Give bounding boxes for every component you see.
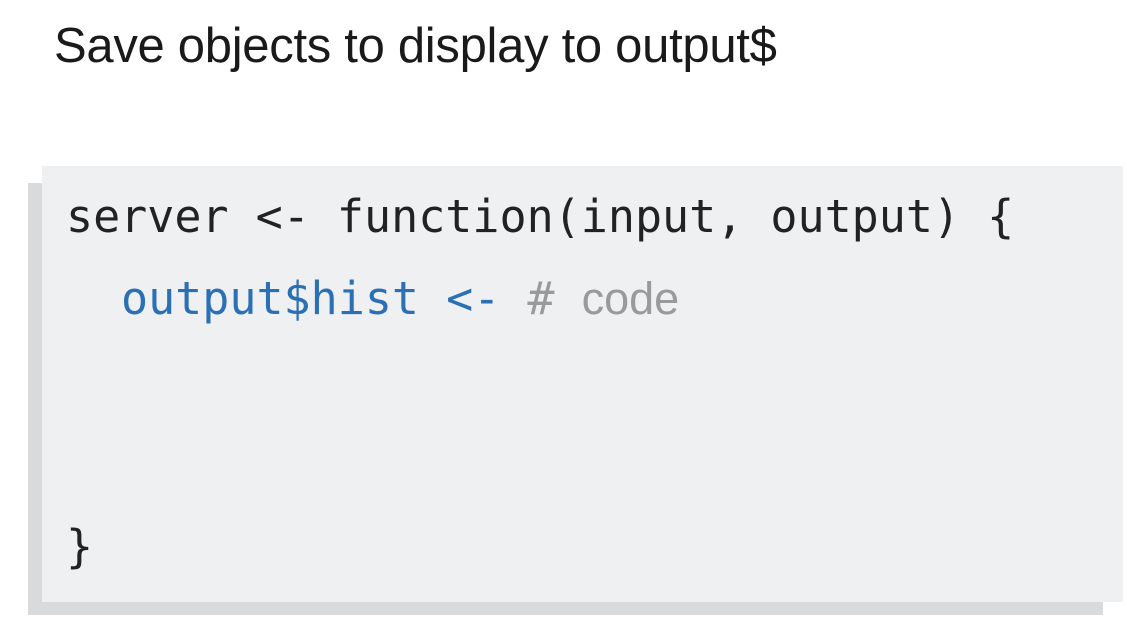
code-line-output-assignment: output$hist <- # code — [121, 272, 679, 325]
code-output-target: output$hist — [121, 272, 420, 325]
code-line-closing-brace: } — [66, 520, 94, 573]
code-assign-operator: <- — [419, 272, 528, 325]
code-comment-text: code — [581, 273, 680, 324]
code-comment-hash: # — [527, 272, 582, 325]
slide-title: Save objects to display to output$ — [54, 19, 777, 73]
code-line-function-signature: server <- function(input, output) { — [66, 190, 1015, 243]
